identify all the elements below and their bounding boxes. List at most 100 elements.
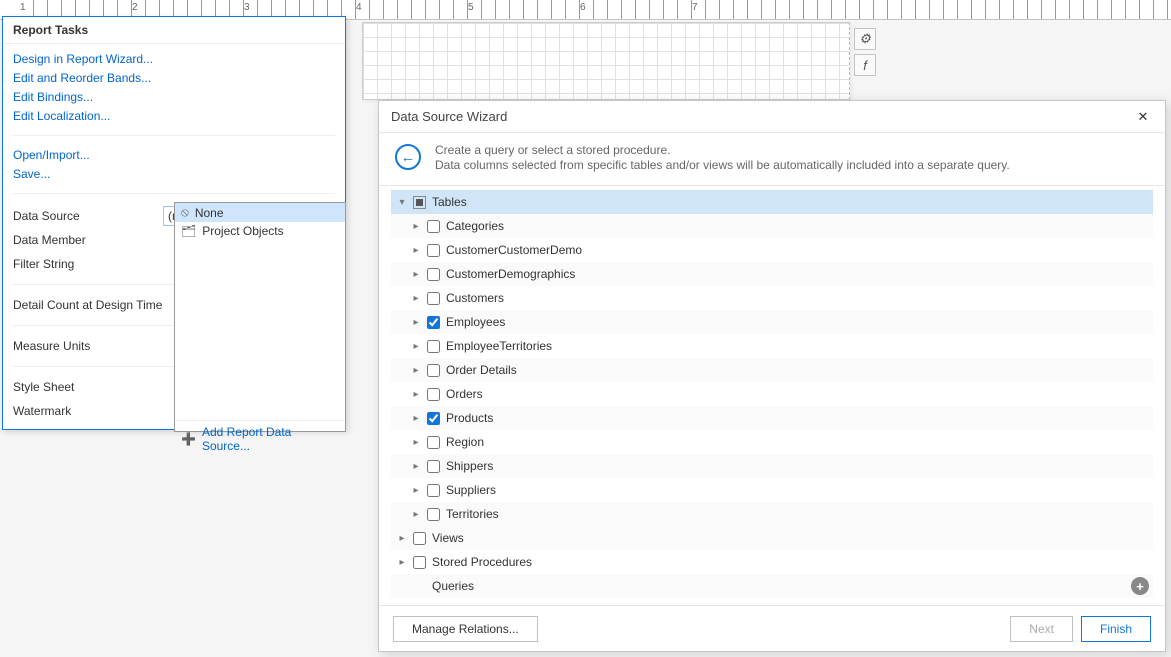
tree-table-label: Orders [446, 387, 483, 401]
tree-checkbox[interactable] [427, 340, 440, 353]
tree-table-row[interactable]: ▸ Region [391, 430, 1153, 454]
report-tasks-title: Report Tasks [3, 17, 345, 44]
designer-gear-button[interactable]: ⚙ [854, 28, 876, 50]
tree-table-row[interactable]: ▸CustomerDemographics [391, 262, 1153, 286]
expand-icon[interactable]: ▸ [409, 363, 423, 377]
wizard-back-button[interactable]: ← [395, 144, 421, 170]
tree-group-row[interactable]: ▸Views [391, 526, 1153, 550]
tree-table-row[interactable]: ▸ Products [391, 406, 1153, 430]
tree-table-row[interactable]: ▸EmployeeTerritories [391, 334, 1153, 358]
data-source-option-label: Project Objects [202, 224, 283, 238]
data-source-option-icon: ⦸ [181, 205, 189, 220]
expand-icon[interactable]: ▾ [395, 195, 409, 209]
tree-root-tables[interactable]: ▾ Tables [391, 190, 1153, 214]
tree-table-label: Territories [446, 507, 499, 521]
tree-checkbox[interactable] [427, 316, 440, 329]
expand-icon[interactable]: ▸ [409, 219, 423, 233]
report-canvas[interactable] [362, 22, 850, 100]
expand-icon[interactable]: ▸ [409, 243, 423, 257]
wizard-close-button[interactable]: ✕ [1133, 107, 1153, 127]
close-icon: ✕ [1138, 109, 1149, 125]
wizard-tree[interactable]: ▾ Tables ▸ Categories ▸CustomerCustomerDem… [379, 186, 1165, 605]
manage-relations-button[interactable]: Manage Relations... [393, 616, 538, 642]
fx-icon: f [863, 58, 867, 73]
ruler-number: 4 [356, 2, 468, 21]
tree-table-row[interactable]: ▸ Shippers [391, 454, 1153, 478]
expand-icon[interactable]: ▸ [409, 483, 423, 497]
prop-data-member-label: Data Member [13, 233, 163, 247]
back-arrow-icon: ← [401, 149, 416, 166]
add-query-button[interactable]: + [1131, 577, 1149, 595]
task-link[interactable]: Save... [13, 167, 335, 181]
tree-table-label: Region [446, 435, 484, 449]
tree-checkbox[interactable] [427, 388, 440, 401]
tree-checkbox[interactable] [427, 220, 440, 233]
tree-table-label: Products [446, 411, 493, 425]
wizard-header-line1: Create a query or select a stored proced… [435, 143, 1010, 158]
tree-checkbox[interactable] [413, 532, 426, 545]
task-link[interactable]: Design in Report Wizard... [13, 52, 335, 66]
prop-measure-units-label: Measure Units [13, 339, 163, 353]
tree-checkbox[interactable] [427, 268, 440, 281]
expand-icon[interactable]: ▸ [409, 411, 423, 425]
task-link[interactable]: Edit Localization... [13, 109, 335, 123]
tree-group-row[interactable]: ▸ Stored Procedures [391, 550, 1153, 574]
tree-table-label: Shippers [446, 459, 493, 473]
prop-data-source-label: Data Source [13, 209, 163, 223]
expand-icon[interactable]: ▸ [409, 291, 423, 305]
expand-icon[interactable]: ▸ [409, 435, 423, 449]
wizard-title: Data Source Wizard [391, 109, 507, 124]
data-source-dropdown[interactable]: ⦸None🗂Project Objects ➕ Add Report Data … [174, 202, 346, 432]
data-source-option[interactable]: 🗂 Project Objects [175, 222, 345, 240]
tree-checkbox[interactable] [427, 484, 440, 497]
tree-checkbox[interactable] [427, 244, 440, 257]
tree-checkbox[interactable] [427, 460, 440, 473]
data-source-wizard: Data Source Wizard ✕ ← Create a query or… [378, 100, 1166, 652]
tree-table-label: Employees [446, 315, 505, 329]
expand-icon[interactable]: ▸ [409, 267, 423, 281]
expand-icon[interactable]: ▸ [395, 531, 409, 545]
tree-table-label: Order Details [446, 363, 517, 377]
expand-icon[interactable]: ▸ [409, 387, 423, 401]
tree-table-row[interactable]: ▸Customers [391, 286, 1153, 310]
tree-table-row[interactable]: ▸CustomerCustomerDemo [391, 238, 1153, 262]
expand-icon[interactable]: ▸ [409, 339, 423, 353]
wizard-next-button: Next [1010, 616, 1073, 642]
data-source-option[interactable]: ⦸None [175, 203, 345, 222]
prop-filter-string-label: Filter String [13, 257, 163, 271]
tree-table-row[interactable]: ▸ Orders [391, 382, 1153, 406]
task-link[interactable]: Edit Bindings... [13, 90, 335, 104]
prop-style-sheet-label: Style Sheet [13, 380, 163, 394]
tree-checkbox[interactable] [427, 412, 440, 425]
expand-icon[interactable]: ▸ [409, 507, 423, 521]
tree-checkbox[interactable] [413, 556, 426, 569]
expand-icon[interactable]: ▸ [409, 459, 423, 473]
add-report-data-source-link[interactable]: ➕ Add Report Data Source... [175, 420, 345, 457]
designer-fx-button[interactable]: f [854, 54, 876, 76]
tree-group-label: Stored Procedures [432, 555, 532, 569]
ruler-number: 5 [468, 2, 580, 21]
wizard-header-line2: Data columns selected from specific tabl… [435, 158, 1010, 173]
data-source-option-icon: 🗂 [181, 224, 196, 238]
tree-table-label: Categories [446, 219, 504, 233]
tree-table-row[interactable]: ▸ Categories [391, 214, 1153, 238]
tree-table-row[interactable]: ▸Suppliers [391, 478, 1153, 502]
tree-checkbox[interactable] [427, 508, 440, 521]
task-link[interactable]: Open/Import... [13, 148, 335, 162]
tree-group-row[interactable]: ▸Queries+ [391, 574, 1153, 598]
tree-checkbox[interactable] [427, 364, 440, 377]
tree-table-row[interactable]: ▸ Order Details [391, 358, 1153, 382]
tree-checkbox[interactable] [427, 292, 440, 305]
tree-group-label: Queries [432, 579, 474, 593]
tristate-checkbox[interactable] [413, 196, 426, 209]
tree-checkbox[interactable] [427, 436, 440, 449]
add-report-data-source-label: Add Report Data Source... [202, 425, 339, 453]
wizard-titlebar: Data Source Wizard ✕ [379, 101, 1165, 133]
tree-table-row[interactable]: ▸ Employees [391, 310, 1153, 334]
expand-icon[interactable]: ▸ [395, 555, 409, 569]
tree-table-row[interactable]: ▸ Territories [391, 502, 1153, 526]
task-link[interactable]: Edit and Reorder Bands... [13, 71, 335, 85]
wizard-footer: Manage Relations... Next Finish [379, 605, 1165, 651]
expand-icon[interactable]: ▸ [409, 315, 423, 329]
wizard-finish-button[interactable]: Finish [1081, 616, 1151, 642]
